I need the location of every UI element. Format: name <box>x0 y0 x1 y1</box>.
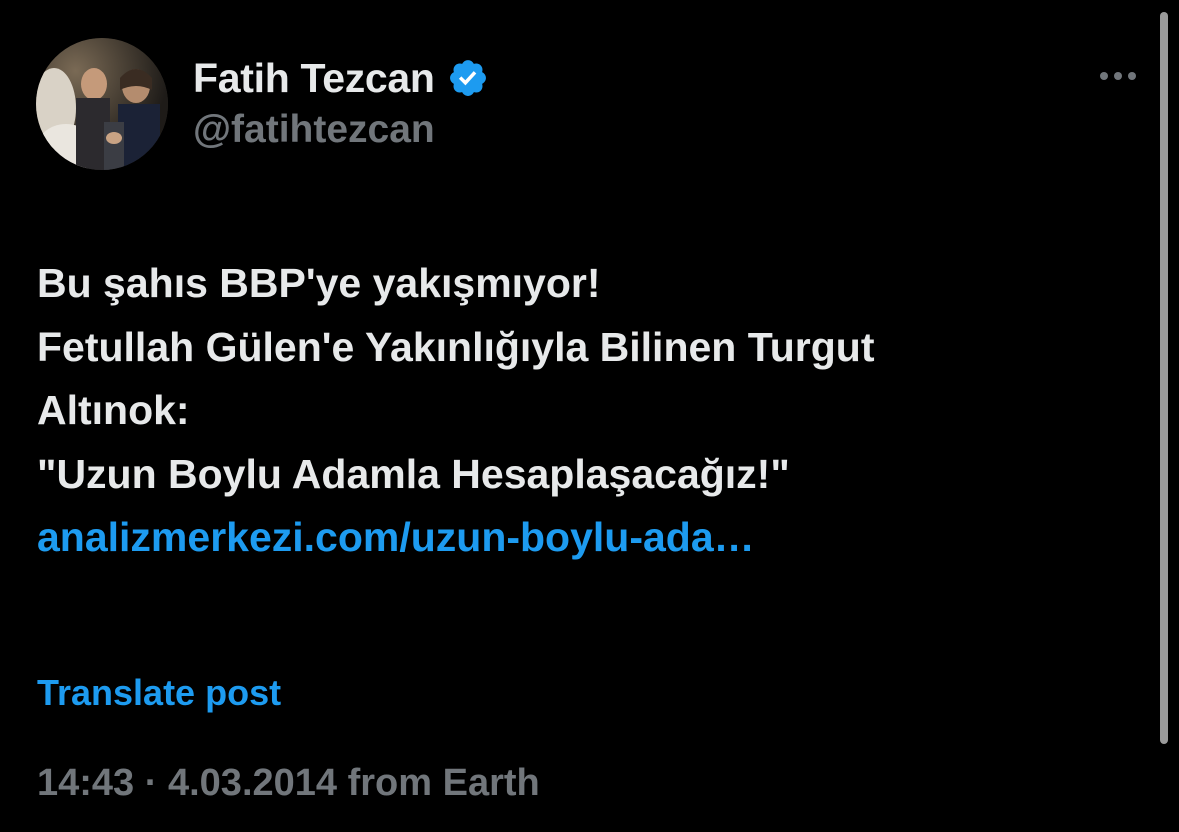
meta-separator: · <box>144 762 158 804</box>
author-handle[interactable]: @fatihtezcan <box>193 108 435 152</box>
tweet-link[interactable]: analizmerkezi.com/uzun-boylu-ada… <box>37 514 755 560</box>
scrollbar[interactable] <box>1160 12 1168 744</box>
avatar-photo <box>36 38 168 170</box>
more-horizontal-icon <box>1100 72 1136 80</box>
tweet-text-line: Bu şahıs BBP'ye yakışmıyor! <box>37 260 601 306</box>
tweet-text: Bu şahıs BBP'ye yakışmıyor! Fetullah Gül… <box>37 252 1137 570</box>
author-name-row: Fatih Tezcan <box>193 52 489 104</box>
display-name[interactable]: Fatih Tezcan <box>193 55 435 102</box>
avatar[interactable] <box>36 38 168 170</box>
tweet-text-line: Fetullah Gülen'e Yakınlığıyla Bilinen Tu… <box>37 323 875 370</box>
tweet-date[interactable]: 4.03.2014 <box>168 762 337 804</box>
tweet-time[interactable]: 14:43 <box>37 762 134 804</box>
translate-post-link[interactable]: Translate post <box>37 672 281 714</box>
tweet-source: from Earth <box>347 762 540 804</box>
tweet-metadata: 14:43 · 4.03.2014 from Earth <box>37 762 540 805</box>
more-options-button[interactable] <box>1092 60 1144 92</box>
tweet-text-line: Altınok: <box>37 387 190 433</box>
tweet-text-line: "Uzun Boylu Adamla Hesaplaşacağız!" <box>37 450 790 497</box>
verified-badge-icon[interactable] <box>447 57 489 99</box>
